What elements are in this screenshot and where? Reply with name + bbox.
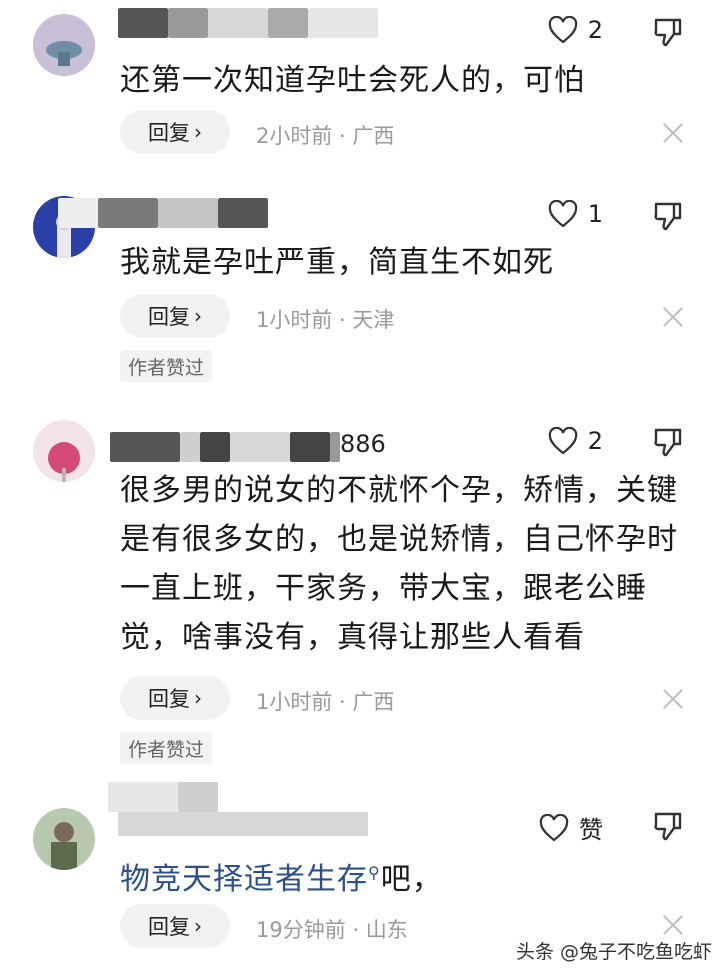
chevron-right-icon: ›	[194, 120, 202, 144]
close-icon[interactable]	[662, 914, 684, 936]
comment-meta: 1小时前 · 广西	[256, 690, 395, 714]
like-button[interactable]: 2	[548, 427, 603, 455]
reply-button[interactable]: 回复 ›	[120, 676, 230, 720]
heart-icon	[539, 813, 569, 841]
thumbs-down-icon[interactable]	[652, 810, 684, 842]
reply-button[interactable]: 回复 ›	[120, 904, 230, 948]
author-liked-badge: 作者赞过	[120, 350, 213, 382]
heart-icon	[548, 427, 577, 455]
reply-label: 回复	[148, 121, 190, 145]
comment-text: 我就是孕吐严重，简直生不如死	[120, 245, 554, 280]
chevron-right-icon: ›	[194, 304, 202, 328]
search-icon[interactable]: ⚲	[368, 863, 381, 882]
like-count: 2	[587, 16, 603, 44]
avatar[interactable]	[33, 14, 95, 76]
comment-meta: 19分钟前 · 山东	[256, 918, 408, 942]
author-liked-badge: 作者赞过	[120, 732, 213, 764]
search-link[interactable]: 物竞天择适者生存	[120, 862, 368, 897]
comment-meta: 2小时前 · 广西	[256, 124, 395, 148]
comment-text: 物竞天择适者生存⚲吧，	[120, 848, 680, 904]
close-icon[interactable]	[662, 688, 684, 710]
thumbs-down-icon[interactable]	[652, 16, 684, 48]
avatar[interactable]	[33, 808, 95, 870]
thumbs-down-icon[interactable]	[652, 200, 684, 232]
comment-text-rest: 吧，	[380, 862, 443, 897]
comment-text: 还第一次知道孕吐会死人的，可怕	[120, 63, 585, 98]
like-count: 2	[587, 427, 603, 455]
heart-icon	[548, 16, 577, 44]
reply-label: 回复	[148, 305, 190, 329]
reply-button[interactable]: 回复 ›	[120, 110, 230, 154]
like-label: 赞	[579, 816, 603, 844]
close-icon[interactable]	[662, 122, 684, 144]
like-button[interactable]: 2	[548, 16, 603, 44]
close-icon[interactable]	[662, 306, 684, 328]
watermark: 头条 @兔子不吃鱼吃虾	[510, 935, 719, 966]
like-count: 1	[587, 200, 603, 228]
heart-icon	[548, 200, 577, 228]
chevron-right-icon: ›	[194, 914, 202, 938]
avatar[interactable]	[33, 420, 95, 482]
chevron-right-icon: ›	[194, 686, 202, 710]
comment-text: 很多男的说女的不就怀个孕，矫情，关键是有很多女的，也是说矫情，自己怀孕时一直上班…	[120, 473, 678, 655]
reply-label: 回复	[148, 687, 190, 711]
like-button[interactable]: 赞	[539, 810, 603, 845]
username-tail: 886	[340, 430, 386, 458]
reply-button[interactable]: 回复 ›	[120, 294, 230, 338]
comment-meta: 1小时前 · 天津	[256, 308, 395, 332]
like-button[interactable]: 1	[548, 200, 603, 228]
reply-label: 回复	[148, 915, 190, 939]
thumbs-down-icon[interactable]	[652, 426, 684, 458]
